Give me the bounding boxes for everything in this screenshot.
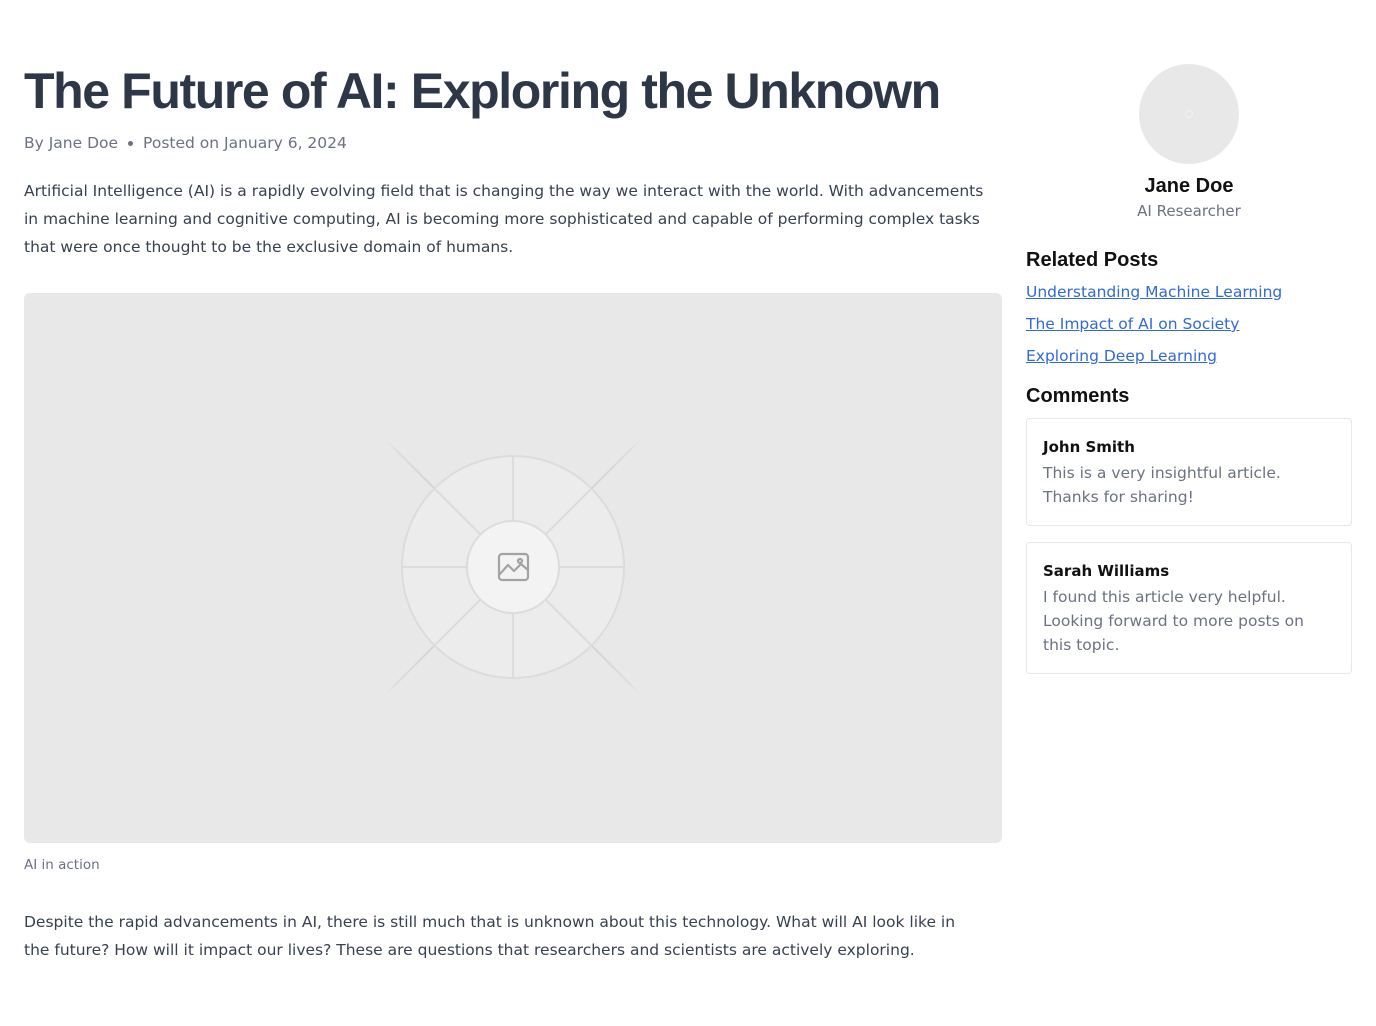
article: The Future of AI: Exploring the Unknown … (24, 60, 1002, 964)
comment-author: John Smith (1043, 438, 1135, 456)
separator-dot (128, 140, 134, 146)
sidebar: Jane Doe AI Researcher Related Posts Und… (1026, 64, 1352, 674)
image-placeholder-icon (353, 407, 673, 727)
article-image (24, 293, 1002, 843)
post-date: Posted on January 6, 2024 (143, 134, 347, 152)
avatar-placeholder-icon (1185, 110, 1193, 118)
avatar (1139, 64, 1239, 164)
related-posts-heading: Related Posts (1026, 249, 1159, 271)
author-role: AI Researcher (1137, 202, 1241, 220)
byline: By Jane Doe (24, 134, 119, 152)
comment-author: Sarah Williams (1043, 562, 1170, 580)
comment-card: John Smith This is a very insightful art… (1026, 418, 1352, 526)
list-item: Understanding Machine Learning (1026, 282, 1352, 314)
post-meta: By Jane Doe Posted on January 6, 2024 (24, 131, 1002, 155)
image-caption: AI in action (24, 857, 100, 873)
comment-text: I found this article very helpful. Looki… (1043, 588, 1304, 654)
intro-paragraph: Artificial Intelligence (AI) is a rapidl… (24, 182, 984, 256)
comments-heading: Comments (1026, 385, 1130, 407)
author-card: Jane Doe AI Researcher (1026, 64, 1352, 221)
comment-card: Sarah Williams I found this article very… (1026, 542, 1352, 674)
list-item: The Impact of AI on Society (1026, 314, 1352, 346)
related-posts-list: Understanding Machine Learning The Impac… (1026, 282, 1352, 378)
list-item: Exploring Deep Learning (1026, 346, 1352, 378)
blog-post-page: The Future of AI: Exploring the Unknown … (0, 0, 1376, 1026)
related-post-link[interactable]: Exploring Deep Learning (1026, 347, 1217, 365)
comment-text: This is a very insightful article. Thank… (1043, 464, 1281, 506)
related-post-link[interactable]: Understanding Machine Learning (1026, 283, 1282, 301)
body-paragraph: Despite the rapid advancements in AI, th… (24, 913, 956, 959)
author-name: Jane Doe (1144, 175, 1234, 197)
page-title: The Future of AI: Exploring the Unknown (24, 63, 941, 119)
related-post-link[interactable]: The Impact of AI on Society (1026, 315, 1239, 333)
